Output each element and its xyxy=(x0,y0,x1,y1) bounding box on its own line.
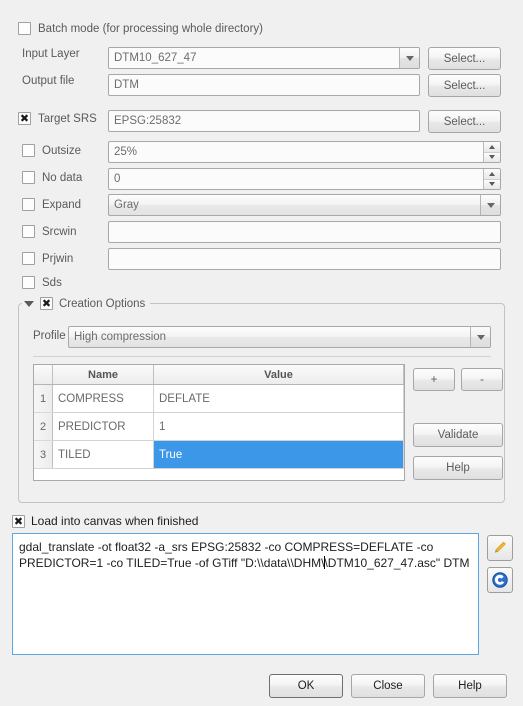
no-data-spinbox[interactable]: 0 xyxy=(108,168,501,190)
outsize-spinbox[interactable]: 25% xyxy=(108,141,501,163)
no-data-stepper[interactable] xyxy=(483,169,500,189)
table-row[interactable]: 1 COMPRESS DEFLATE xyxy=(34,384,404,413)
target-srs-select-button[interactable]: Select... xyxy=(428,110,501,133)
stepper-up-icon[interactable] xyxy=(484,142,500,153)
prjwin-input[interactable] xyxy=(108,248,501,270)
expand-row: Expand xyxy=(22,198,81,211)
row-number[interactable]: 1 xyxy=(34,384,53,413)
no-data-value: 0 xyxy=(114,173,121,185)
srcwin-label: Srcwin xyxy=(42,225,77,238)
prjwin-label: Prjwin xyxy=(42,252,74,265)
outsize-value: 25% xyxy=(114,146,138,158)
creation-options-header[interactable]: Creation Options xyxy=(22,296,151,311)
output-file-input[interactable]: DTM xyxy=(108,74,420,96)
batch-mode-label: Batch mode (for processing whole directo… xyxy=(38,22,263,35)
srcwin-row: Srcwin xyxy=(22,225,77,238)
input-layer-label-wrap: Input Layer xyxy=(22,48,80,60)
chevron-down-icon[interactable] xyxy=(399,48,419,68)
target-srs-input[interactable]: EPSG:25832 xyxy=(108,110,420,132)
table-row[interactable]: 2 PREDICTOR 1 xyxy=(34,412,404,441)
expand-combo[interactable]: Gray xyxy=(108,194,501,216)
sds-row: Sds xyxy=(22,276,62,289)
remove-option-button[interactable]: - xyxy=(461,368,503,391)
input-layer-label: Input Layer xyxy=(22,48,80,60)
option-name-cell[interactable]: PREDICTOR xyxy=(52,412,154,441)
creation-options-table[interactable]: Name Value 1 COMPRESS DEFLATE 2 PREDICTO… xyxy=(33,364,405,481)
prjwin-row: Prjwin xyxy=(22,252,73,265)
pencil-icon-button[interactable] xyxy=(487,535,513,561)
ok-button[interactable]: OK xyxy=(269,674,343,698)
option-name-cell[interactable]: TILED xyxy=(52,440,154,469)
load-into-canvas-checkbox[interactable] xyxy=(12,514,25,528)
no-data-label: No data xyxy=(42,171,83,184)
row-number[interactable]: 3 xyxy=(34,440,53,469)
stepper-down-icon[interactable] xyxy=(484,179,500,189)
outsize-row: Outsize xyxy=(22,144,81,157)
creation-options-title: Creation Options xyxy=(59,297,146,310)
add-option-button[interactable]: + xyxy=(413,368,455,391)
outsize-stepper[interactable] xyxy=(483,142,500,162)
table-row[interactable]: 3 TILED True xyxy=(34,440,404,469)
gdal-globe-icon-button[interactable] xyxy=(487,567,513,593)
option-name-cell[interactable]: COMPRESS xyxy=(52,384,154,413)
load-into-canvas-row: Load into canvas when finished xyxy=(12,514,198,528)
output-file-select-button[interactable]: Select... xyxy=(428,74,501,97)
command-textarea[interactable]: gdal_translate -ot float32 -a_srs EPSG:2… xyxy=(12,533,479,655)
outsize-label: Outsize xyxy=(42,144,81,157)
stepper-up-icon[interactable] xyxy=(484,169,500,180)
input-layer-combo[interactable]: DTM10_627_47 xyxy=(108,47,420,69)
collapse-triangle-icon[interactable] xyxy=(24,300,34,307)
profile-label-wrap: Profile xyxy=(33,330,66,342)
sds-checkbox[interactable] xyxy=(22,276,35,289)
expand-label: Expand xyxy=(42,198,82,211)
no-data-checkbox[interactable] xyxy=(22,171,35,184)
expand-checkbox[interactable] xyxy=(22,198,35,211)
batch-mode-checkbox[interactable] xyxy=(18,22,31,35)
option-value-cell-selected[interactable]: True xyxy=(153,440,404,469)
gdal-globe-icon xyxy=(492,572,508,588)
close-button[interactable]: Close xyxy=(351,674,425,698)
table-header-name: Name xyxy=(52,365,154,385)
profile-value: High compression xyxy=(74,331,167,343)
input-layer-value: DTM10_627_47 xyxy=(114,52,197,64)
outsize-checkbox[interactable] xyxy=(22,144,35,157)
input-layer-select-button[interactable]: Select... xyxy=(428,47,501,70)
creation-options-help-button[interactable]: Help xyxy=(413,456,503,480)
pencil-icon xyxy=(494,541,506,553)
target-srs-checkbox[interactable] xyxy=(18,112,31,125)
stepper-down-icon[interactable] xyxy=(484,152,500,162)
no-data-row: No data xyxy=(22,171,82,184)
creation-options-checkbox[interactable] xyxy=(40,297,53,310)
prjwin-checkbox[interactable] xyxy=(22,252,35,265)
table-corner-header xyxy=(34,365,53,385)
load-into-canvas-label: Load into canvas when finished xyxy=(31,514,199,528)
output-file-label: Output file xyxy=(22,75,75,87)
creation-options-separator xyxy=(33,356,491,357)
target-srs-label: Target SRS xyxy=(38,112,97,125)
profile-combo[interactable]: High compression xyxy=(68,326,491,348)
command-text-after-caret: \DTM10_627_47.asc" DTM xyxy=(324,556,470,570)
option-value-cell[interactable]: 1 xyxy=(153,412,404,441)
target-srs-row: Target SRS xyxy=(18,112,97,125)
output-file-label-wrap: Output file xyxy=(22,75,74,87)
table-header-value: Value xyxy=(153,365,404,385)
option-value-cell[interactable]: DEFLATE xyxy=(153,384,404,413)
sds-label: Sds xyxy=(42,276,62,289)
validate-button[interactable]: Validate xyxy=(413,423,503,447)
expand-value: Gray xyxy=(114,199,139,211)
profile-label: Profile xyxy=(33,330,66,342)
help-button[interactable]: Help xyxy=(433,674,507,698)
table-header-row: Name Value xyxy=(34,365,404,385)
chevron-down-icon[interactable] xyxy=(480,195,500,215)
row-number[interactable]: 2 xyxy=(34,412,53,441)
batch-mode-row: Batch mode (for processing whole directo… xyxy=(18,22,263,35)
chevron-down-icon[interactable] xyxy=(470,327,490,347)
srcwin-checkbox[interactable] xyxy=(22,225,35,238)
srcwin-input[interactable] xyxy=(108,221,501,243)
